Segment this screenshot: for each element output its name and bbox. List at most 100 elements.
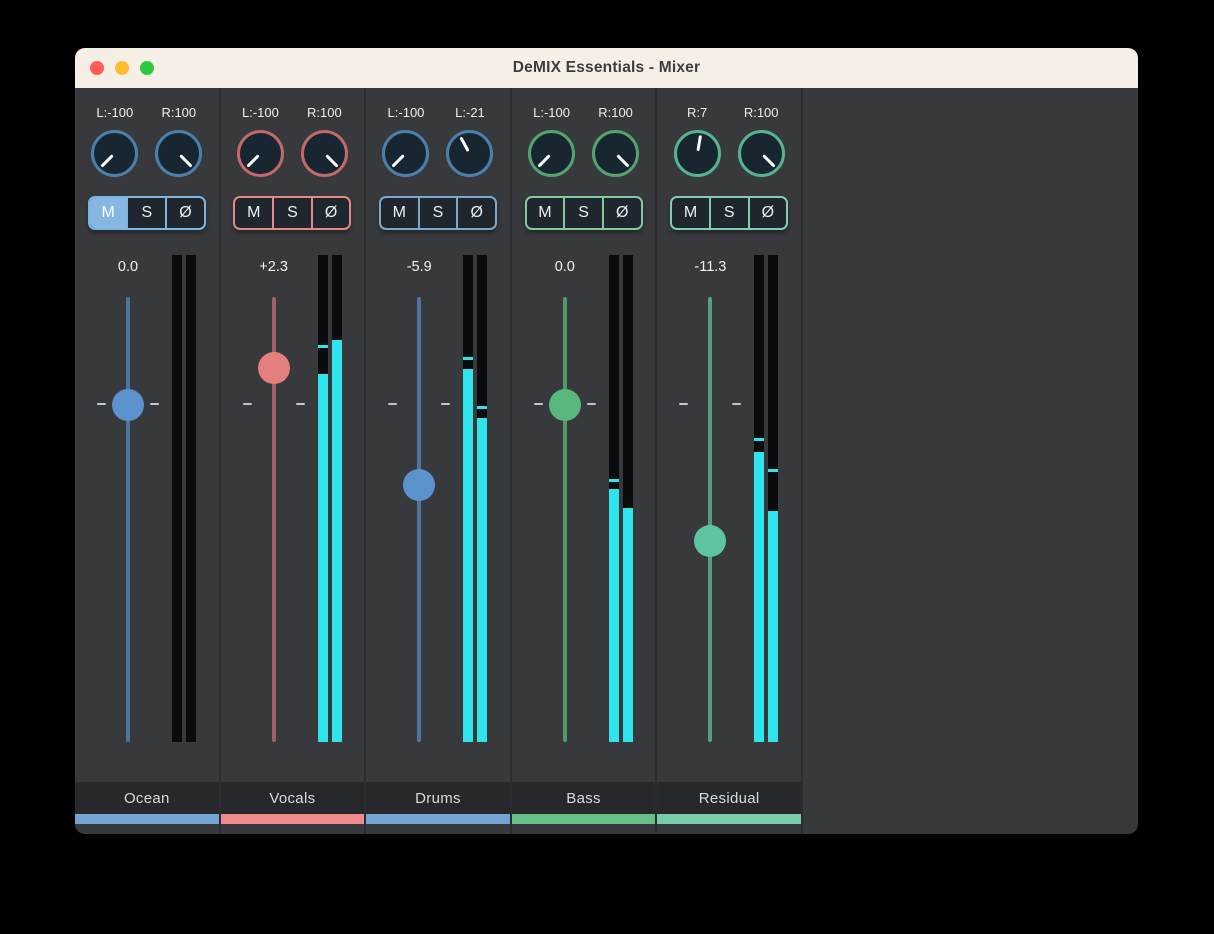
- mute-solo-phase-group: M S Ø: [233, 196, 351, 230]
- pan-left-knob[interactable]: [528, 130, 575, 177]
- meter-left: [318, 255, 328, 742]
- titlebar[interactable]: DeMIX Essentials - Mixer: [75, 48, 1138, 88]
- window-title: DeMIX Essentials - Mixer: [513, 59, 700, 77]
- channel-name: Bass: [566, 790, 601, 807]
- mute-button[interactable]: M: [235, 198, 274, 228]
- channel-colorbar: [512, 814, 656, 824]
- meter-peak: [609, 479, 619, 482]
- phase-button[interactable]: Ø: [750, 198, 787, 228]
- channel-name: Drums: [415, 790, 461, 807]
- fader-handle[interactable]: [549, 389, 581, 421]
- meter-peak: [477, 406, 487, 409]
- fader: [75, 297, 181, 742]
- pan-left-knob[interactable]: [382, 130, 429, 177]
- channel-name-strip: Bass: [512, 782, 656, 814]
- pan-right-value: R:100: [161, 104, 196, 122]
- pan-left-value: L:-100: [242, 104, 279, 122]
- pan-left-value: L:-100: [388, 104, 425, 122]
- meter-right: [768, 255, 778, 742]
- gain-value: -5.9: [373, 259, 465, 275]
- pan-right-value: L:-21: [455, 104, 485, 122]
- pan-left-knob[interactable]: [91, 130, 138, 177]
- fader-handle[interactable]: [694, 525, 726, 557]
- channel-footer: Ocean: [75, 782, 219, 834]
- phase-button[interactable]: Ø: [604, 198, 641, 228]
- meter-left: [754, 255, 764, 742]
- channel-colorbar: [75, 814, 219, 824]
- meter-right: [623, 255, 633, 742]
- meter-fill: [332, 340, 342, 742]
- channel-name: Vocals: [269, 790, 315, 807]
- channel-footer: Drums: [366, 782, 510, 834]
- knob-pointer-icon: [732, 125, 790, 183]
- pan-left: L:-100: [526, 104, 578, 177]
- fader: [512, 297, 618, 742]
- pan-right: L:-21: [444, 104, 496, 177]
- pan-right-knob[interactable]: [301, 130, 348, 177]
- meter-left: [609, 255, 619, 742]
- channel-strip: L:-100 R:100 M S Ø 0.0: [75, 88, 221, 834]
- pan-right-knob[interactable]: [738, 130, 785, 177]
- pan-left-knob[interactable]: [674, 130, 721, 177]
- solo-button[interactable]: S: [128, 198, 167, 228]
- pan-left-knob[interactable]: [237, 130, 284, 177]
- channel-strip: L:-100 R:100 M S Ø +2.3: [221, 88, 367, 834]
- mute-button[interactable]: M: [90, 198, 129, 228]
- level-meters: [463, 255, 487, 742]
- channel-name-strip: Drums: [366, 782, 510, 814]
- meter-fill: [609, 489, 619, 742]
- solo-button[interactable]: S: [274, 198, 313, 228]
- pan-left-value: L:-100: [533, 104, 570, 122]
- zero-db-tick: [441, 403, 450, 405]
- pan-left: L:-100: [380, 104, 432, 177]
- pan-right: R:100: [298, 104, 350, 177]
- meter-right: [332, 255, 342, 742]
- gain-value: -11.3: [664, 259, 756, 275]
- meter-fill: [754, 452, 764, 742]
- knob-pointer-icon: [587, 125, 645, 183]
- pan-right-knob[interactable]: [446, 130, 493, 177]
- pan-section: L:-100 L:-21: [366, 104, 510, 177]
- mute-button[interactable]: M: [672, 198, 711, 228]
- pan-right-value: R:100: [598, 104, 633, 122]
- fader-handle[interactable]: [112, 389, 144, 421]
- gain-value: +2.3: [228, 259, 320, 275]
- knob-pointer-icon: [377, 125, 435, 183]
- meter-peak: [463, 357, 473, 360]
- channel-strip: R:7 R:100 M S Ø -11.3: [657, 88, 803, 834]
- channel-name-strip: Ocean: [75, 782, 219, 814]
- gain-value: 0.0: [82, 259, 174, 275]
- zero-db-tick: [243, 403, 252, 405]
- phase-button[interactable]: Ø: [167, 198, 204, 228]
- fader-track[interactable]: [563, 297, 567, 742]
- pan-section: L:-100 R:100: [221, 104, 365, 177]
- channel-name-strip: Vocals: [221, 782, 365, 814]
- zoom-button[interactable]: [140, 61, 154, 75]
- mute-button[interactable]: M: [381, 198, 420, 228]
- fader-track[interactable]: [126, 297, 130, 742]
- fader-handle[interactable]: [258, 352, 290, 384]
- zero-db-tick: [679, 403, 688, 405]
- minimize-button[interactable]: [115, 61, 129, 75]
- close-button[interactable]: [90, 61, 104, 75]
- zero-db-tick: [534, 403, 543, 405]
- solo-button[interactable]: S: [420, 198, 459, 228]
- pan-left-value: L:-100: [96, 104, 133, 122]
- channel-colorbar: [366, 814, 510, 824]
- pan-right-knob[interactable]: [155, 130, 202, 177]
- phase-button[interactable]: Ø: [313, 198, 350, 228]
- level-meters: [754, 255, 778, 742]
- mute-button[interactable]: M: [527, 198, 566, 228]
- solo-button[interactable]: S: [711, 198, 750, 228]
- fader: [366, 297, 472, 742]
- phase-button[interactable]: Ø: [458, 198, 495, 228]
- fader-track[interactable]: [708, 297, 712, 742]
- channel-name: Residual: [699, 790, 760, 807]
- fader-track[interactable]: [417, 297, 421, 742]
- solo-button[interactable]: S: [565, 198, 604, 228]
- channel-strip: L:-100 L:-21 M S Ø -5.9: [366, 88, 512, 834]
- fader-handle[interactable]: [403, 469, 435, 501]
- level-meters: [318, 255, 342, 742]
- channel-name: Ocean: [124, 790, 170, 807]
- pan-right-knob[interactable]: [592, 130, 639, 177]
